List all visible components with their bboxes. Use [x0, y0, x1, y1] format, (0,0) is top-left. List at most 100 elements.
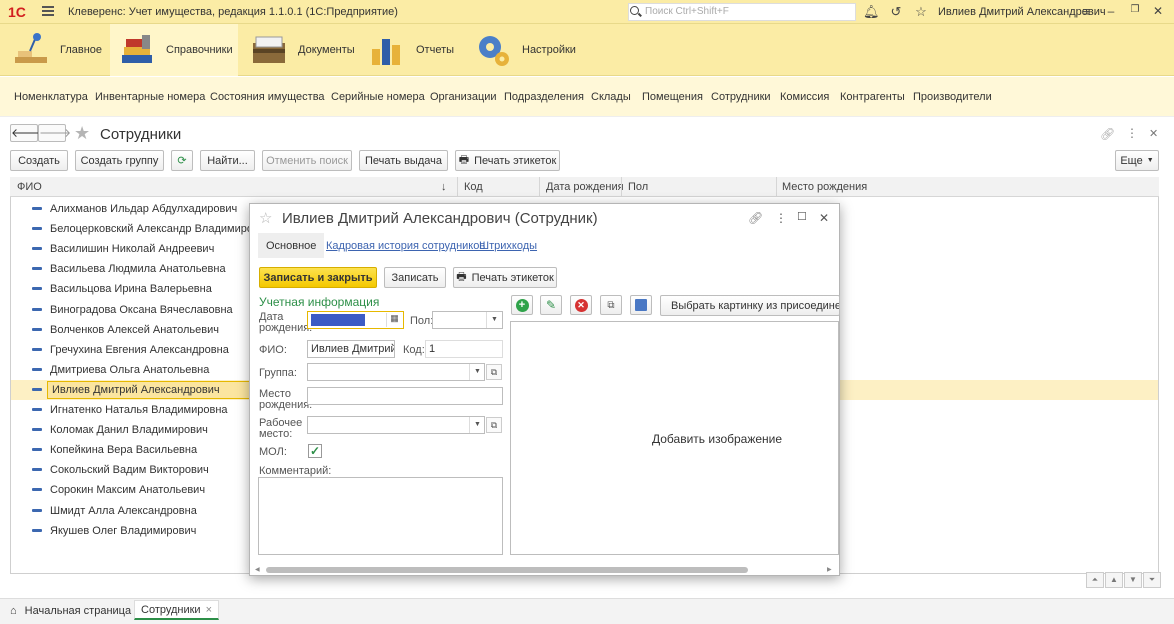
- table-row[interactable]: Васильцова Ирина Валерьевна: [11, 279, 249, 299]
- column-birthplace[interactable]: Место рождения: [782, 181, 867, 193]
- function-link[interactable]: Инвентарные номера: [95, 91, 205, 103]
- settings-menu-icon[interactable]: ≡: [1078, 4, 1094, 20]
- function-link[interactable]: Серийные номера: [331, 91, 425, 103]
- last-row-button[interactable]: ⏷: [1143, 572, 1161, 588]
- employees-window-tab[interactable]: Сотрудники ×: [134, 600, 220, 620]
- choose-attached-image-button[interactable]: Выбрать картинку из присоединенных: [660, 295, 840, 316]
- create-group-button[interactable]: Создать группу: [75, 150, 164, 171]
- calendar-icon[interactable]: ▦: [386, 313, 402, 327]
- refresh-button[interactable]: ⟳: [171, 150, 193, 171]
- column-fio[interactable]: ФИО: [17, 181, 42, 193]
- tab-hr-history[interactable]: Кадровая история сотрудников: [318, 233, 493, 258]
- prev-row-button[interactable]: ▲: [1105, 572, 1123, 588]
- delete-image-button[interactable]: ✕: [570, 295, 592, 315]
- function-link[interactable]: Контрагенты: [840, 91, 905, 103]
- save-button[interactable]: Записать: [384, 267, 446, 288]
- dialog-link-icon[interactable]: 🔗︎: [748, 211, 763, 225]
- table-row[interactable]: Василишин Николай Андреевич: [11, 239, 249, 259]
- home-page-tab[interactable]: ⌂ Начальная страница: [4, 601, 137, 621]
- add-image-button[interactable]: +: [511, 295, 533, 315]
- fio-field[interactable]: Ивлиев Дмитрий А: [307, 340, 395, 358]
- tab-main[interactable]: Основное: [258, 233, 325, 258]
- function-link[interactable]: Производители: [913, 91, 992, 103]
- open-image-button[interactable]: ⧉: [600, 295, 622, 315]
- table-row[interactable]: Якушев Олег Владимирович: [11, 521, 249, 541]
- workplace-field[interactable]: [307, 416, 485, 434]
- scroll-left-icon[interactable]: ◀: [255, 566, 260, 573]
- function-link[interactable]: Комиссия: [780, 91, 829, 103]
- workplace-open-icon[interactable]: ⧉: [486, 417, 502, 433]
- table-row[interactable]: Алихманов Ильдар Абдулхадирович: [11, 199, 249, 219]
- function-link[interactable]: Состояния имущества: [210, 91, 325, 103]
- section-main[interactable]: Главное: [4, 24, 108, 76]
- print-labels-button[interactable]: 🖶 Печать этикеток: [455, 150, 560, 171]
- table-row[interactable]: Шмидт Алла Александровна: [11, 501, 249, 521]
- table-row[interactable]: Дмитриева Ольга Анатольевна: [11, 360, 249, 380]
- birthplace-field[interactable]: [307, 387, 503, 405]
- section-documents[interactable]: Документы: [242, 24, 355, 76]
- restore-icon[interactable]: ❐: [1128, 4, 1142, 15]
- scroll-right-icon[interactable]: ▶: [827, 566, 832, 573]
- link-icon[interactable]: 🔗︎: [1100, 127, 1115, 141]
- forward-button[interactable]: 🡒: [38, 124, 71, 142]
- table-row[interactable]: Игнатенко Наталья Владимировна: [11, 400, 249, 420]
- close-window-icon[interactable]: ✕: [1151, 4, 1165, 18]
- table-row[interactable]: Копейкина Вера Васильевна: [11, 440, 249, 460]
- table-row[interactable]: Белоцерковский Александр Владимирович: [11, 219, 271, 239]
- history-icon[interactable]: ↺: [888, 4, 904, 20]
- group-dropdown-icon[interactable]: ▼: [469, 364, 485, 380]
- comment-field[interactable]: [258, 477, 503, 555]
- dialog-close-icon[interactable]: ✕: [819, 211, 829, 225]
- favorite-star-icon[interactable]: ★: [74, 123, 90, 144]
- tab-barcodes[interactable]: Штрихкоды: [471, 233, 545, 258]
- cancel-search-button[interactable]: Отменить поиск: [262, 150, 352, 171]
- add-image-placeholder[interactable]: Добавить изображение: [652, 432, 782, 446]
- global-search-input[interactable]: Поиск Ctrl+Shift+F: [628, 3, 856, 21]
- minimize-icon[interactable]: –: [1104, 4, 1118, 18]
- table-row[interactable]: Сокольский Вадим Викторович: [11, 460, 249, 480]
- function-link[interactable]: Сотрудники: [711, 91, 771, 103]
- dialog-favorite-icon[interactable]: ☆: [259, 209, 272, 227]
- function-link[interactable]: Склады: [591, 91, 631, 103]
- dialog-maximize-icon[interactable]: ☐: [797, 210, 807, 223]
- table-row[interactable]: Ивлиев Дмитрий Александрович: [11, 380, 261, 400]
- function-link[interactable]: Организации: [430, 91, 497, 103]
- close-tab-icon[interactable]: ×: [206, 604, 212, 616]
- column-birthdate[interactable]: Дата рождения: [546, 181, 624, 193]
- column-gender[interactable]: Пол: [628, 181, 648, 193]
- table-row[interactable]: Сорокин Максим Анатольевич: [11, 480, 249, 500]
- more-button[interactable]: Еще ▼: [1115, 150, 1159, 171]
- save-image-button[interactable]: [630, 295, 652, 315]
- sort-desc-icon[interactable]: ↓: [441, 181, 447, 193]
- section-catalogs[interactable]: Справочники: [110, 24, 238, 76]
- edit-image-button[interactable]: ✎: [540, 295, 562, 315]
- table-row[interactable]: Виноградова Оксана Вячеславовна: [11, 300, 249, 320]
- more-actions-icon[interactable]: ⋮: [1126, 126, 1138, 140]
- code-field[interactable]: 1: [425, 340, 503, 358]
- table-row[interactable]: Коломак Данил Владимирович: [11, 420, 249, 440]
- save-close-button[interactable]: Записать и закрыть: [259, 267, 377, 288]
- column-code[interactable]: Код: [464, 181, 483, 193]
- group-field[interactable]: [307, 363, 485, 381]
- close-form-icon[interactable]: ✕: [1149, 127, 1158, 140]
- main-menu-icon[interactable]: [42, 6, 54, 16]
- section-settings[interactable]: Настройки: [466, 24, 576, 76]
- section-reports[interactable]: Отчеты: [360, 24, 460, 76]
- dialog-more-icon[interactable]: ⋮: [775, 211, 787, 225]
- table-row[interactable]: Гречухина Евгения Александровна: [11, 340, 249, 360]
- favorites-icon[interactable]: ☆: [913, 4, 929, 20]
- create-button[interactable]: Создать: [10, 150, 68, 171]
- horizontal-scrollbar-thumb[interactable]: [266, 567, 748, 573]
- table-row[interactable]: Волченков Алексей Анатольевич: [11, 320, 249, 340]
- function-link[interactable]: Номенклатура: [14, 91, 88, 103]
- function-link[interactable]: Помещения: [642, 91, 703, 103]
- mol-checkbox[interactable]: ✓: [308, 444, 322, 458]
- workplace-dropdown-icon[interactable]: ▼: [469, 417, 485, 433]
- group-open-icon[interactable]: ⧉: [486, 364, 502, 380]
- next-row-button[interactable]: ▼: [1124, 572, 1142, 588]
- first-row-button[interactable]: ⏶: [1086, 572, 1104, 588]
- bell-icon[interactable]: 🔔︎: [863, 4, 880, 20]
- back-button[interactable]: 🡐: [10, 124, 43, 142]
- table-row[interactable]: Васильева Людмила Анатольевна: [11, 259, 249, 279]
- print-issue-button[interactable]: Печать выдача: [359, 150, 448, 171]
